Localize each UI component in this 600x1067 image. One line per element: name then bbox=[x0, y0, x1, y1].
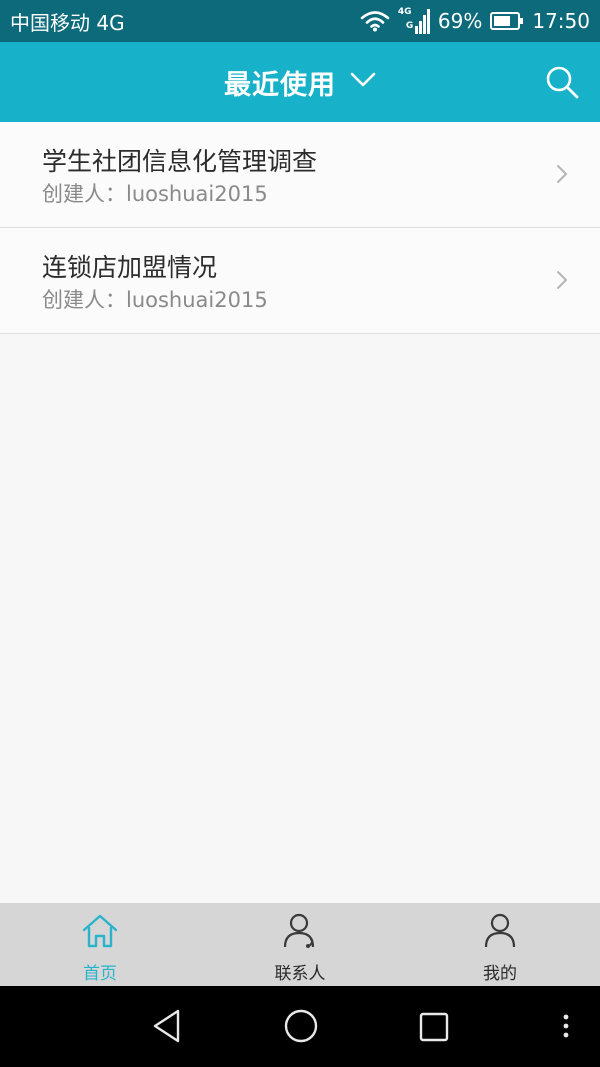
tab-contacts[interactable]: 联系人 bbox=[200, 903, 400, 986]
system-nav-bar bbox=[0, 986, 600, 1067]
page-title: 最近使用 bbox=[224, 69, 336, 101]
status-bar: 中国移动 4G 4G G 69% 17:50 bbox=[0, 0, 600, 42]
app-header: 最近使用 bbox=[0, 42, 600, 122]
battery-icon bbox=[490, 11, 524, 31]
search-icon[interactable] bbox=[544, 64, 580, 100]
list-item[interactable]: 连锁店加盟情况 创建人：luoshuai2015 bbox=[0, 228, 600, 334]
chevron-right-icon bbox=[556, 270, 568, 290]
tab-contacts-label: 联系人 bbox=[274, 964, 326, 984]
tab-home[interactable]: 首页 bbox=[0, 903, 200, 986]
tab-home-label: 首页 bbox=[83, 964, 117, 984]
home-circle-icon[interactable] bbox=[282, 1007, 320, 1049]
signal-icon: 4G G bbox=[398, 6, 430, 36]
bottom-tab-bar: 首页 联系人 我的 bbox=[0, 903, 600, 986]
tab-profile[interactable]: 我的 bbox=[400, 903, 600, 986]
list-item[interactable]: 学生社团信息化管理调查 创建人：luoshuai2015 bbox=[0, 122, 600, 228]
list-item-creator: 创建人：luoshuai2015 bbox=[42, 288, 268, 312]
tab-profile-label: 我的 bbox=[483, 964, 517, 984]
battery-percent: 69% bbox=[437, 9, 483, 33]
wifi-icon bbox=[360, 10, 390, 32]
clock: 17:50 bbox=[532, 9, 590, 33]
chevron-down-icon bbox=[350, 72, 376, 92]
recent-list: 学生社团信息化管理调查 创建人：luoshuai2015 连锁店加盟情况 创建人… bbox=[0, 122, 600, 334]
back-icon[interactable] bbox=[150, 1007, 184, 1049]
list-item-title: 连锁店加盟情况 bbox=[42, 253, 218, 282]
more-icon[interactable] bbox=[558, 1007, 574, 1049]
recents-icon[interactable] bbox=[416, 1007, 452, 1049]
list-item-title: 学生社团信息化管理调查 bbox=[42, 147, 318, 176]
title-dropdown[interactable]: 最近使用 bbox=[0, 42, 600, 122]
list-item-creator: 创建人：luoshuai2015 bbox=[42, 182, 268, 206]
chevron-right-icon bbox=[556, 164, 568, 184]
carrier-label: 中国移动 4G bbox=[10, 10, 125, 35]
